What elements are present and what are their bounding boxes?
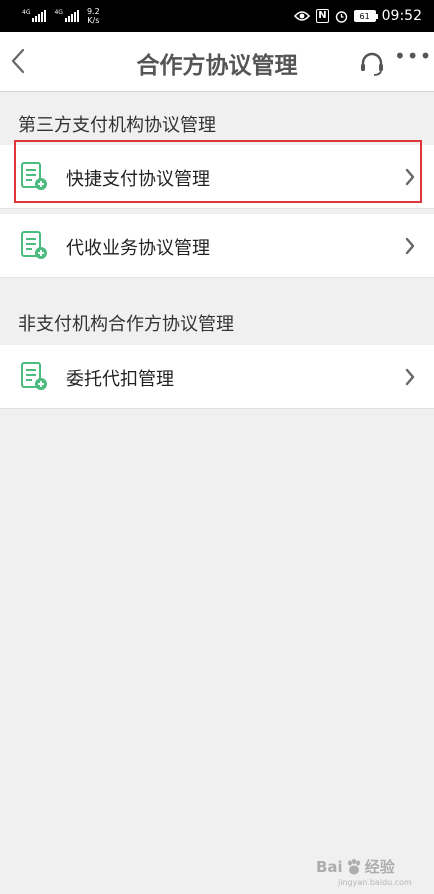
status-right: N 61 09:52 (294, 8, 422, 24)
status-time: 09:52 (381, 8, 422, 24)
section-title-third-party: 第三方支付机构协议管理 (18, 115, 216, 136)
app-header: 合作方协议管理 ••• (0, 32, 434, 92)
chevron-right-icon (405, 237, 415, 255)
nfc-icon: N (316, 9, 329, 23)
net-speed-unit: K/s (87, 16, 100, 25)
more-button[interactable]: ••• (394, 44, 431, 72)
document-add-icon (21, 231, 47, 259)
baidu-watermark: Bai 经验 (316, 856, 395, 877)
chevron-right-icon (405, 368, 415, 386)
list-item-label: 代收业务协议管理 (66, 238, 210, 259)
paw-icon (347, 858, 360, 874)
status-bar: 4G 4G 9.2 K/s N 61 09:52 (0, 0, 434, 32)
document-add-icon (21, 162, 47, 190)
net-speed-value: 9.2 (86, 7, 100, 16)
net-speed: 9.2 K/s (87, 7, 100, 25)
list-item-entrusted-debit[interactable]: 委托代扣管理 (0, 345, 434, 409)
signal-icon: 4G (22, 9, 47, 22)
document-add-icon (21, 362, 47, 390)
watermark-brand-suffix: 经验 (364, 858, 395, 876)
chevron-right-icon (405, 168, 415, 186)
sim1-label: 4G (22, 9, 31, 16)
section-title-non-payment: 非支付机构合作方协议管理 (18, 314, 234, 335)
list-item-label: 委托代扣管理 (66, 369, 174, 390)
headset-icon (361, 52, 383, 76)
status-left: 4G 4G 9.2 K/s (22, 7, 100, 25)
list-item-quick-pay[interactable]: 快捷支付协议管理 (0, 145, 434, 209)
watermark-url: jingyan.baidu.com (338, 878, 412, 887)
watermark-brand: Bai (316, 857, 343, 876)
sim2-label: 4G (54, 9, 63, 16)
eye-icon (294, 11, 311, 21)
customer-service-button[interactable] (358, 50, 386, 78)
signal-icon-2: 4G (54, 9, 79, 22)
list-item-label: 快捷支付协议管理 (66, 169, 210, 190)
battery-icon: 61 (353, 10, 378, 22)
list-item-collection[interactable]: 代收业务协议管理 (0, 214, 434, 278)
alarm-icon (335, 10, 347, 23)
